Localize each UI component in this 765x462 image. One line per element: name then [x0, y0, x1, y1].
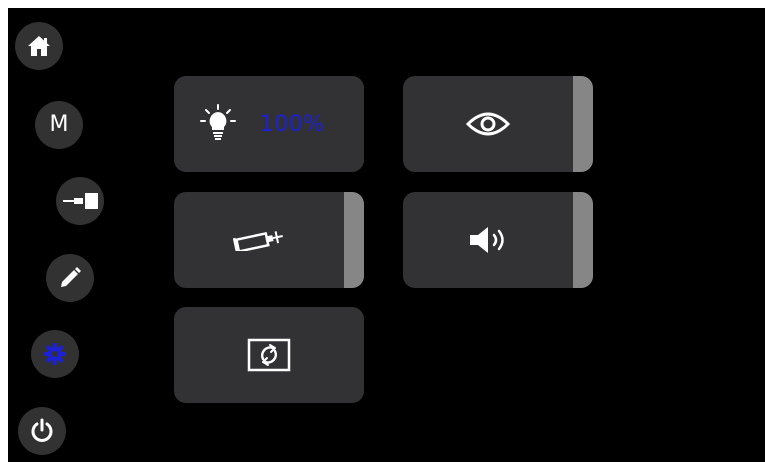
- syringe-nav-button[interactable]: [56, 177, 104, 225]
- brightness-value: 100%: [260, 111, 325, 137]
- syringe-plug-icon: [63, 193, 98, 209]
- syringe-tile[interactable]: [174, 192, 364, 288]
- gear-icon: [44, 343, 66, 365]
- home-button[interactable]: [15, 22, 63, 70]
- eye-icon: [466, 112, 510, 136]
- home-icon: [28, 36, 50, 56]
- brightness-tile[interactable]: 100%: [174, 76, 364, 172]
- rotate-screen-icon: [247, 338, 291, 372]
- power-icon: [31, 418, 53, 442]
- sound-tile[interactable]: [403, 192, 593, 288]
- rotate-tile[interactable]: [174, 307, 364, 403]
- lightbulb-icon: [200, 104, 236, 140]
- screen: M 100%: [8, 8, 765, 462]
- power-button[interactable]: [18, 407, 66, 455]
- sound-tile-edge: [573, 192, 593, 288]
- visibility-tile-edge: [573, 76, 593, 172]
- pencil-icon: [61, 267, 81, 287]
- edit-button[interactable]: [46, 254, 94, 302]
- syringe-tile-edge: [344, 192, 364, 288]
- syringe-icon: [233, 231, 283, 251]
- mode-label: M: [49, 112, 69, 137]
- settings-button[interactable]: [31, 330, 79, 378]
- mode-button[interactable]: M: [35, 101, 83, 149]
- speaker-icon: [470, 227, 504, 253]
- visibility-tile[interactable]: [403, 76, 593, 172]
